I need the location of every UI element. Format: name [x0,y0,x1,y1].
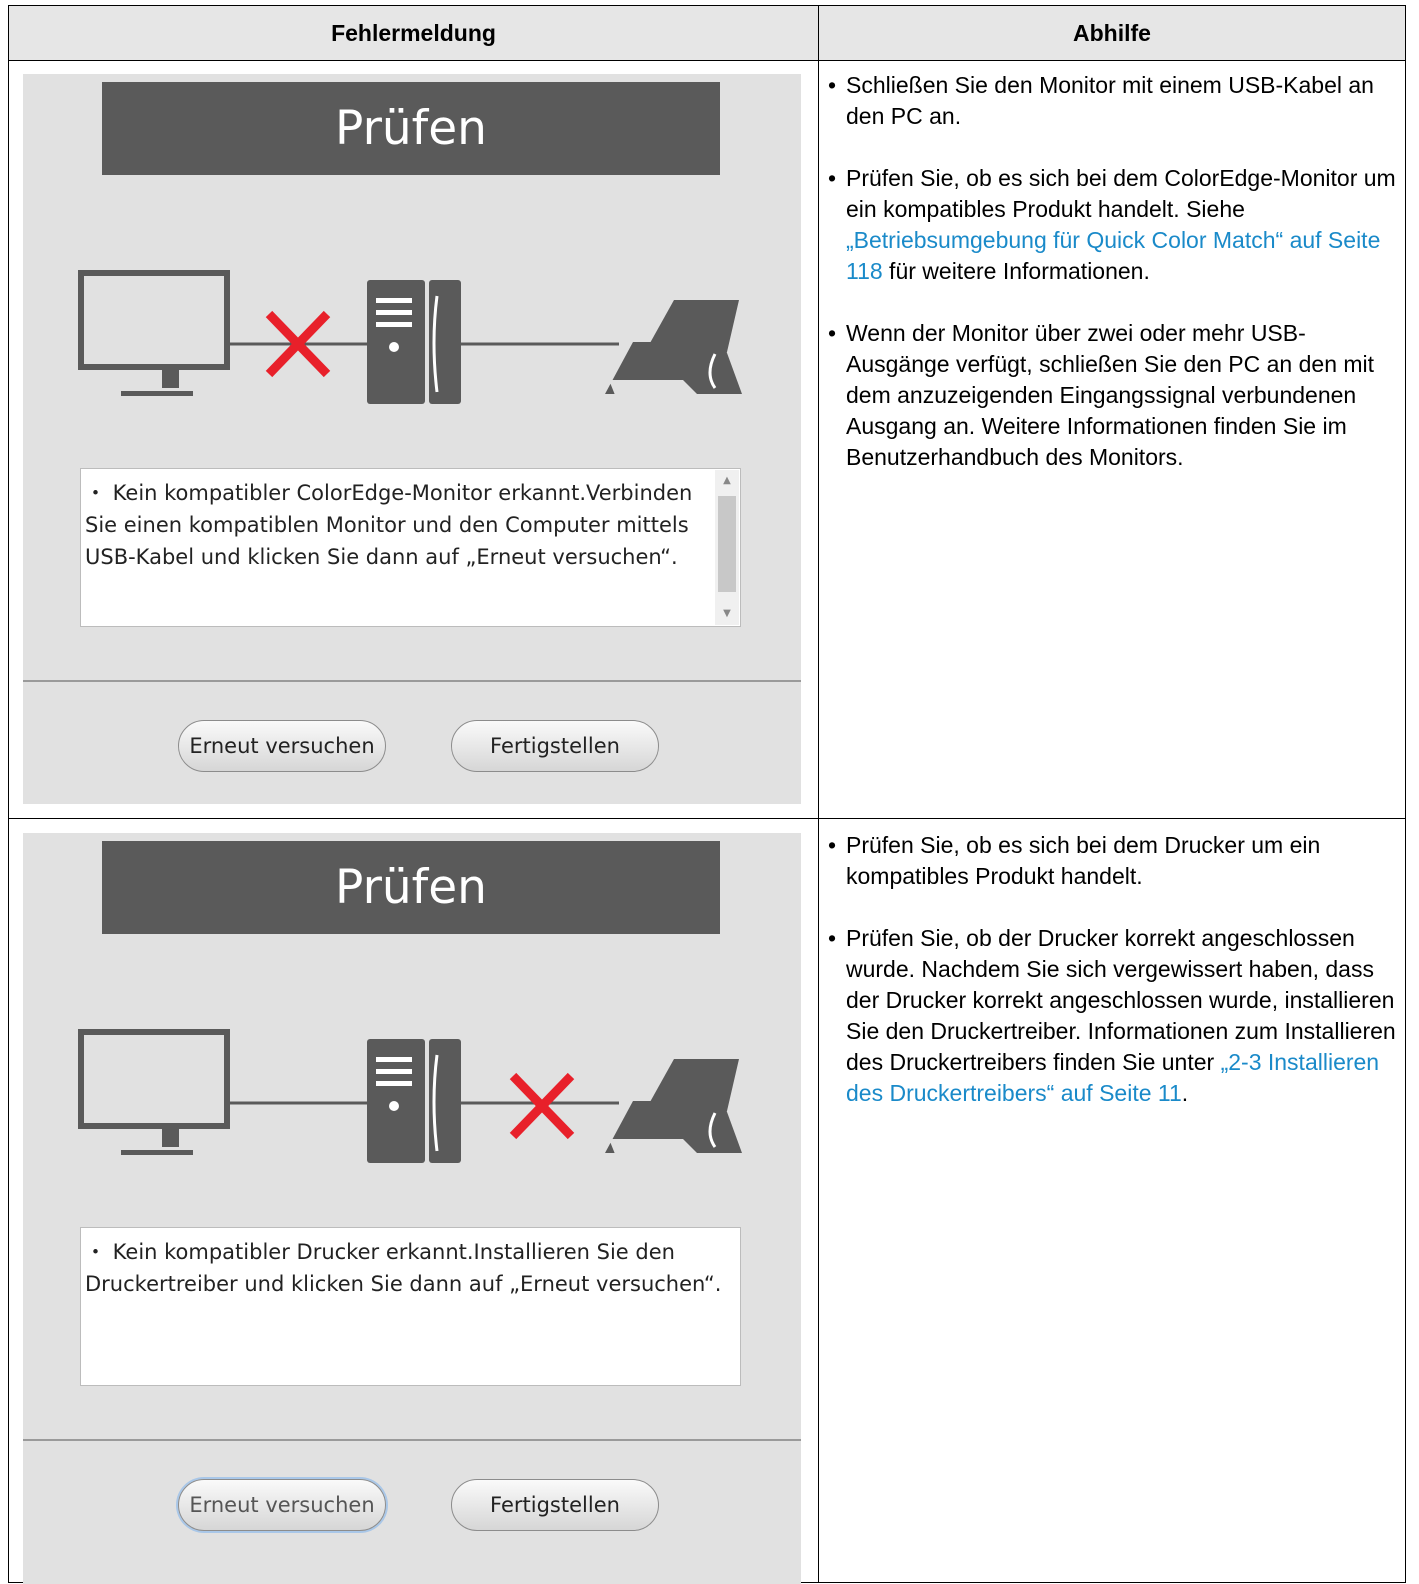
remedy-text: . [1181,1080,1189,1106]
remedy-text: Prüfen Sie, ob es sich bei dem ColorEdge… [846,165,1396,222]
row-divider [9,818,1405,819]
remedy-item: Wenn der Monitor über zwei oder mehr USB… [826,318,1396,473]
error-message-text: ・ Kein kompatibler Drucker erkannt.Insta… [85,1240,722,1296]
dialog-separator [23,1439,801,1441]
monitor-icon [78,270,230,396]
message-scrollbar[interactable]: ▲ ▼ [715,470,739,625]
remedy-item: Prüfen Sie, ob es sich bei dem ColorEdge… [826,163,1396,287]
connection-illustration [78,1029,742,1163]
connection-illustration [78,270,742,404]
dialog-separator [23,680,801,682]
error-message-box[interactable]: ・ Kein kompatibler ColorEdge-Monitor erk… [80,468,741,627]
monitor-icon [78,1029,230,1155]
remedy-item: Schließen Sie den Monitor mit einem USB-… [826,70,1396,132]
remedy-text: für weitere Informationen. [882,258,1150,284]
column-divider [818,6,819,1582]
header-remedy: Abhilfe [1073,20,1151,46]
printer-icon [605,300,742,400]
remedy-cell-monitor: Schließen Sie den Monitor mit einem USB-… [826,70,1396,504]
pc-tower-icon [367,280,461,404]
pc-tower-icon [367,1039,461,1163]
dialog-screenshot-monitor: Prüfen ・ Kein kompatibler ColorEdge-Moni… [23,74,801,804]
error-table: Fehlermeldung Abhilfe Prüfen ・ Kein komp… [8,5,1406,1584]
scroll-down-icon[interactable]: ▼ [715,603,739,625]
remedy-item: Prüfen Sie, ob es sich bei dem Drucker u… [826,830,1396,892]
error-message-box[interactable]: ・ Kein kompatibler Drucker erkannt.Insta… [80,1227,741,1386]
finish-button[interactable]: Fertigstellen [451,1479,659,1531]
header-error-message: Fehlermeldung [331,20,496,46]
retry-button[interactable]: Erneut versuchen [178,720,386,772]
scroll-up-icon[interactable]: ▲ [715,470,739,492]
error-cross-icon [509,1072,575,1140]
retry-button[interactable]: Erneut versuchen [178,1479,386,1531]
finish-button[interactable]: Fertigstellen [451,720,659,772]
scroll-thumb[interactable] [718,496,736,592]
dialog-screenshot-printer: Prüfen ・ Kein kompatibler Drucker erkann… [23,833,801,1584]
printer-icon [605,1059,742,1159]
row-divider [9,60,1405,61]
remedy-item: Prüfen Sie, ob der Drucker korrekt anges… [826,923,1396,1109]
remedy-cell-printer: Prüfen Sie, ob es sich bei dem Drucker u… [826,830,1396,1140]
error-message-text: ・ Kein kompatibler ColorEdge-Monitor erk… [85,481,693,569]
